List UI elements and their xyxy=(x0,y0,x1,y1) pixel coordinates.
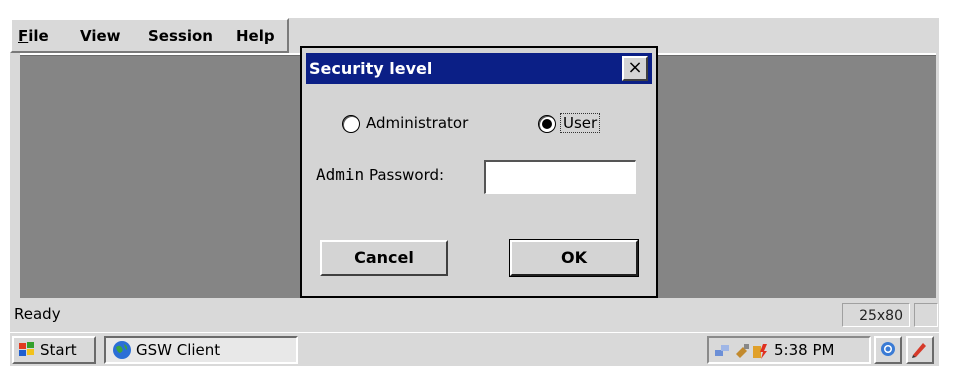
radio-user[interactable] xyxy=(538,115,556,133)
close-icon: × xyxy=(627,57,643,78)
taskbar-item-label: GSW Client xyxy=(136,341,221,359)
security-level-dialog: Security level × Administrator User Admi… xyxy=(300,46,658,298)
pen-icon xyxy=(911,340,929,362)
menu-session[interactable]: Session xyxy=(148,24,213,48)
status-bar: Ready 25x80 xyxy=(10,298,939,332)
terminal-dimensions: 25x80 xyxy=(842,303,910,327)
refresh-icon xyxy=(879,340,897,362)
network-icon[interactable] xyxy=(713,342,731,364)
refresh-button[interactable] xyxy=(874,336,902,364)
radio-administrator-label[interactable]: Administrator xyxy=(366,114,468,132)
taskbar-item-gsw-client[interactable]: GSW Client xyxy=(104,336,298,364)
password-input[interactable] xyxy=(484,160,636,194)
system-tray: 5:38 PM xyxy=(707,336,871,364)
start-button[interactable]: Start xyxy=(12,336,96,364)
dialog-title: Security level xyxy=(309,59,433,78)
start-label: Start xyxy=(40,341,77,359)
close-button[interactable]: × xyxy=(622,56,648,81)
window-left-border xyxy=(10,53,20,298)
dialog-titlebar[interactable]: Security level × xyxy=(306,53,652,84)
menu-file[interactable]: File xyxy=(18,24,49,48)
globe-icon xyxy=(112,340,132,364)
status-panel-empty xyxy=(914,303,938,327)
radio-user-label[interactable]: User xyxy=(560,113,601,133)
desktop-screen: File View Session Help Security level × … xyxy=(0,0,958,384)
radio-selected-dot xyxy=(542,119,552,129)
cancel-button[interactable]: Cancel xyxy=(320,240,448,276)
taskbar: Start GSW Client 5:38 PM xyxy=(10,332,939,366)
usb-icon[interactable] xyxy=(733,342,751,364)
password-label: Admin Password: xyxy=(316,165,445,184)
menubar: File View Session Help xyxy=(10,18,289,53)
windows-flag-icon xyxy=(18,341,36,363)
power-icon[interactable] xyxy=(751,342,769,364)
ok-button[interactable]: OK xyxy=(509,239,639,277)
window-right-border xyxy=(936,53,939,298)
status-text: Ready xyxy=(14,305,61,323)
menu-help[interactable]: Help xyxy=(236,24,275,48)
pen-button[interactable] xyxy=(906,336,934,364)
clock[interactable]: 5:38 PM xyxy=(774,341,834,359)
radio-administrator[interactable] xyxy=(342,115,360,133)
menu-view[interactable]: View xyxy=(80,24,121,48)
